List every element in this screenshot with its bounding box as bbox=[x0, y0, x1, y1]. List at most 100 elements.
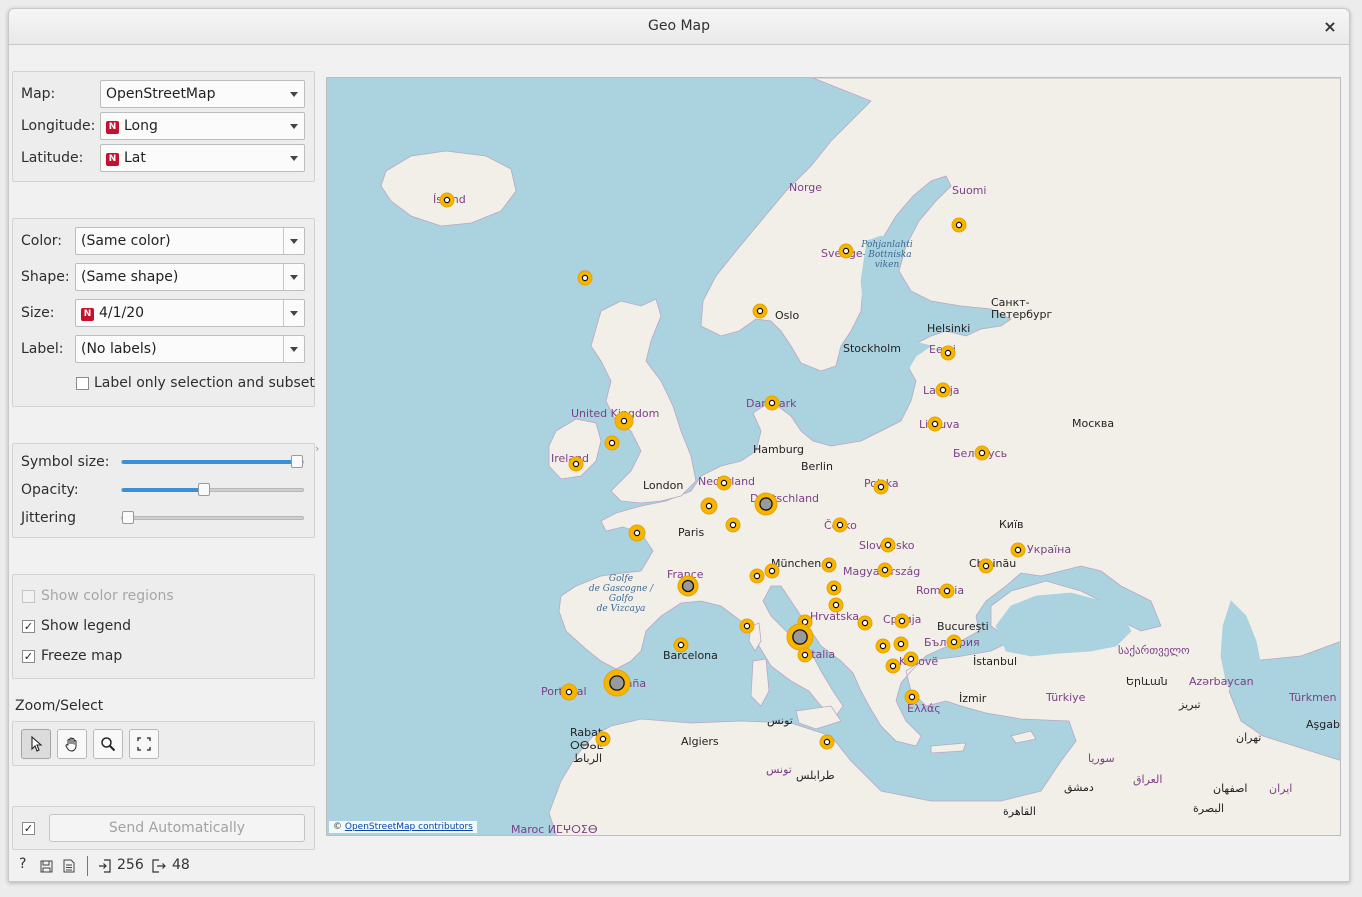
opacity-slider[interactable] bbox=[121, 483, 304, 496]
place-label: تهران bbox=[1236, 731, 1261, 744]
label-combo[interactable]: (No labels) bbox=[75, 335, 305, 363]
data-point-center bbox=[443, 196, 451, 204]
show-legend-checkbox[interactable]: ✓ bbox=[22, 620, 35, 633]
place-label: Algiers bbox=[681, 735, 719, 748]
place-label: Berlin bbox=[801, 460, 833, 473]
place-label: İzmir bbox=[959, 692, 987, 705]
place-label: البصرة bbox=[1193, 802, 1224, 815]
data-point-center bbox=[1014, 546, 1022, 554]
place-label: București bbox=[937, 620, 989, 633]
data-point-center bbox=[898, 617, 906, 625]
data-point-center bbox=[823, 738, 831, 746]
slider-handle[interactable] bbox=[198, 483, 211, 496]
slider-handle[interactable] bbox=[291, 455, 303, 468]
send-automatically-button[interactable]: Send Automatically bbox=[49, 814, 305, 842]
close-icon[interactable]: × bbox=[1321, 18, 1339, 36]
numeric-variable-icon: N bbox=[106, 153, 119, 166]
data-point-center bbox=[720, 479, 728, 487]
place-label: Maroc ⵍⵎⵖⵔⵉⴱ bbox=[511, 823, 598, 836]
show-color-regions-checkbox[interactable] bbox=[22, 590, 35, 603]
chevron-down-icon bbox=[290, 92, 298, 97]
sliders-box: Symbol size: Opacity: Jittering bbox=[12, 443, 315, 538]
data-point-center bbox=[908, 693, 916, 701]
place-label: Україна bbox=[1027, 543, 1071, 556]
label-only-selection-checkbox[interactable] bbox=[76, 377, 89, 390]
map-canvas[interactable]: Norge Suomi Sverige Ísland Oslo Stockhol… bbox=[327, 78, 1341, 836]
place-label: Москва bbox=[1072, 417, 1114, 430]
freeze-map-label: Freeze map bbox=[41, 648, 123, 664]
jittering-slider[interactable] bbox=[121, 511, 304, 524]
zoom-select-box bbox=[12, 721, 315, 766]
place-label: طرابلس bbox=[796, 769, 835, 782]
toolbar bbox=[21, 729, 161, 759]
data-point-center bbox=[879, 642, 887, 650]
color-combo[interactable]: (Same color) bbox=[75, 227, 305, 255]
output-count: 48 bbox=[172, 857, 190, 873]
data-point-center bbox=[943, 587, 951, 595]
send-automatically-checkbox[interactable]: ✓ bbox=[22, 822, 35, 835]
label-only-selection-label: Label only selection and subset bbox=[94, 375, 315, 391]
size-value: 4/1/20 bbox=[99, 305, 145, 321]
data-point-center bbox=[572, 460, 580, 468]
label-label: Label: bbox=[21, 341, 64, 357]
symbol-size-label: Symbol size: bbox=[21, 454, 110, 470]
place-label: İstanbul bbox=[973, 655, 1017, 668]
place-label: اصفهان bbox=[1213, 782, 1247, 795]
splitter-handle-icon[interactable]: › bbox=[315, 442, 319, 455]
shape-combo[interactable]: (Same shape) bbox=[75, 263, 305, 291]
freeze-map-checkbox[interactable]: ✓ bbox=[22, 650, 35, 663]
place-label: Norge bbox=[789, 181, 822, 194]
chevron-down-icon bbox=[290, 347, 298, 352]
osm-contributors-link[interactable]: OpenStreetMap contributors bbox=[345, 822, 473, 832]
input-icon bbox=[99, 859, 111, 873]
size-combo[interactable]: N 4/1/20 bbox=[75, 299, 305, 327]
data-point-center bbox=[565, 688, 573, 696]
data-point-center bbox=[889, 662, 897, 670]
place-label: Oslo bbox=[775, 309, 799, 322]
combo-divider bbox=[283, 228, 284, 254]
zoom-tool-button[interactable] bbox=[93, 729, 123, 759]
symbol-size-slider[interactable] bbox=[121, 455, 304, 468]
data-point-center bbox=[842, 247, 850, 255]
place-label: Hamburg bbox=[753, 443, 804, 456]
opacity-label: Opacity: bbox=[21, 482, 79, 498]
pointer-tool-button[interactable] bbox=[21, 729, 51, 759]
place-label: العراق bbox=[1133, 773, 1162, 786]
place-label: Suomi bbox=[952, 184, 986, 197]
title-bar: Geo Map × bbox=[9, 9, 1349, 45]
latitude-combo[interactable]: N Lat bbox=[100, 144, 305, 172]
color-label: Color: bbox=[21, 233, 63, 249]
data-point-center bbox=[801, 651, 809, 659]
map-view[interactable]: Norge Suomi Sverige Ísland Oslo Stockhol… bbox=[326, 77, 1341, 836]
help-icon[interactable]: ? bbox=[19, 856, 26, 872]
map-label: Map: bbox=[21, 86, 56, 102]
pan-tool-button[interactable] bbox=[57, 729, 87, 759]
place-label: دمشق bbox=[1064, 781, 1094, 795]
data-point-center bbox=[633, 529, 641, 537]
place-label: Երևան bbox=[1126, 675, 1168, 688]
place-label: საქართველო bbox=[1118, 644, 1190, 657]
fit-extent-button[interactable] bbox=[129, 729, 159, 759]
numeric-variable-icon: N bbox=[81, 308, 94, 321]
data-point-center bbox=[836, 521, 844, 529]
place-label: Paris bbox=[678, 526, 704, 539]
send-box: ✓ Send Automatically bbox=[12, 806, 315, 850]
data-point-center bbox=[950, 638, 958, 646]
place-label: Türkmen bbox=[1288, 691, 1337, 704]
fit-extent-icon bbox=[137, 737, 151, 751]
chevron-down-icon bbox=[290, 156, 298, 161]
chevron-down-icon bbox=[290, 124, 298, 129]
map-settings-box: Map: OpenStreetMap Longitude: N Long Lati… bbox=[12, 71, 315, 182]
size-label: Size: bbox=[21, 305, 55, 321]
data-point-center bbox=[982, 562, 990, 570]
slider-handle[interactable] bbox=[122, 511, 134, 524]
map-combo[interactable]: OpenStreetMap bbox=[100, 80, 305, 108]
longitude-combo[interactable]: N Long bbox=[100, 112, 305, 140]
report-icon[interactable] bbox=[63, 859, 75, 873]
pan-hand-icon bbox=[65, 737, 77, 752]
map-value: OpenStreetMap bbox=[106, 86, 216, 102]
place-label: تبريز bbox=[1178, 698, 1201, 711]
label-value: (No labels) bbox=[81, 341, 157, 357]
data-point-center bbox=[881, 566, 889, 574]
save-icon[interactable] bbox=[40, 860, 53, 873]
